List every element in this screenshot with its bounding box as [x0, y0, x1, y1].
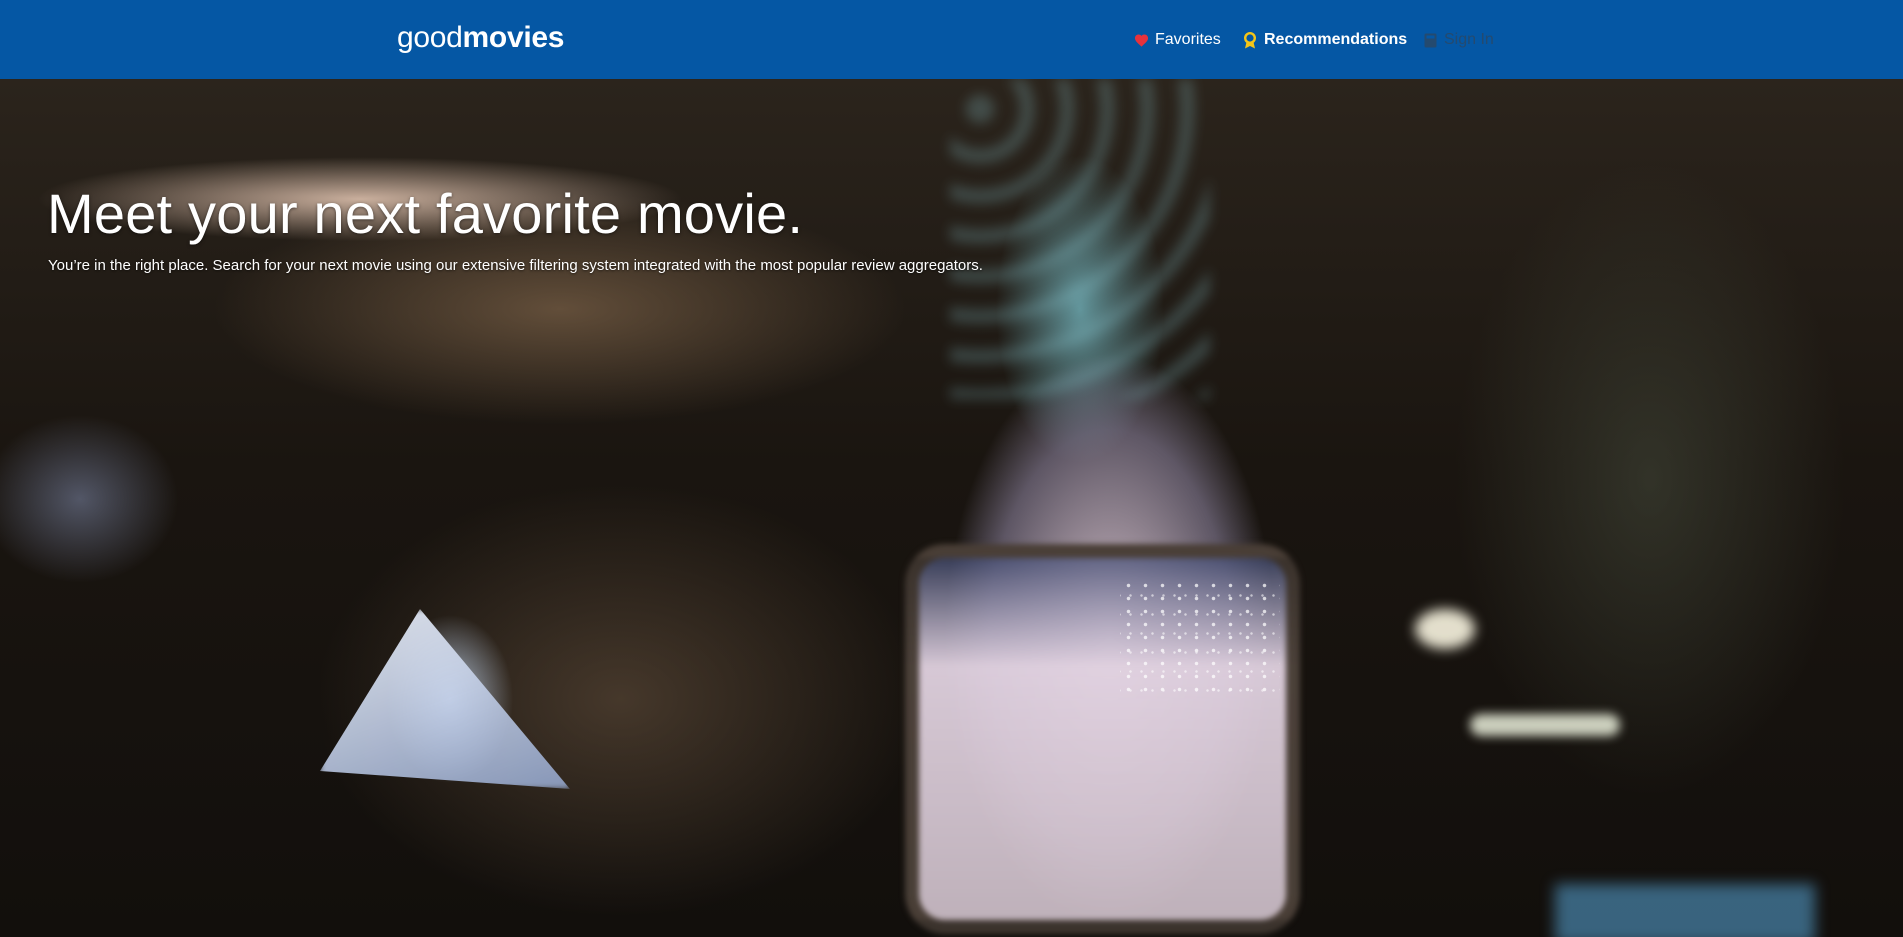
hero-background-debris: [1120, 579, 1280, 699]
hero-background-light: [1415, 609, 1475, 649]
award-ribbon-icon: [1242, 31, 1258, 48]
brand-bold-text: movies: [462, 21, 565, 54]
nav-sign-in-label: Sign In: [1444, 31, 1494, 48]
hero-background-screen: [950, 79, 1210, 399]
hero-banner: Meet your next favorite movie. You’re in…: [0, 79, 1903, 937]
heart-icon: [1133, 32, 1149, 48]
brand-logo[interactable]: goodmovies: [397, 18, 564, 58]
nav-favorites[interactable]: Favorites: [1133, 28, 1221, 52]
navbar: goodmovies Favorites Recommendations Sig…: [0, 0, 1903, 79]
hero-subtitle: You’re in the right place. Search for yo…: [48, 257, 983, 274]
brand-light-text: good: [397, 21, 463, 54]
nav-recommendations-label: Recommendations: [1264, 31, 1408, 48]
hero-background-panel: [1555, 884, 1815, 937]
hero-title: Meet your next favorite movie.: [47, 182, 804, 245]
nav-recommendations[interactable]: Recommendations: [1242, 28, 1407, 52]
nav-sign-in[interactable]: Sign In: [1422, 28, 1494, 52]
hero-background-light-bar: [1470, 714, 1620, 736]
book-icon: [1422, 32, 1438, 48]
nav-favorites-label: Favorites: [1155, 31, 1221, 48]
hero-background-window-small: [320, 609, 570, 789]
